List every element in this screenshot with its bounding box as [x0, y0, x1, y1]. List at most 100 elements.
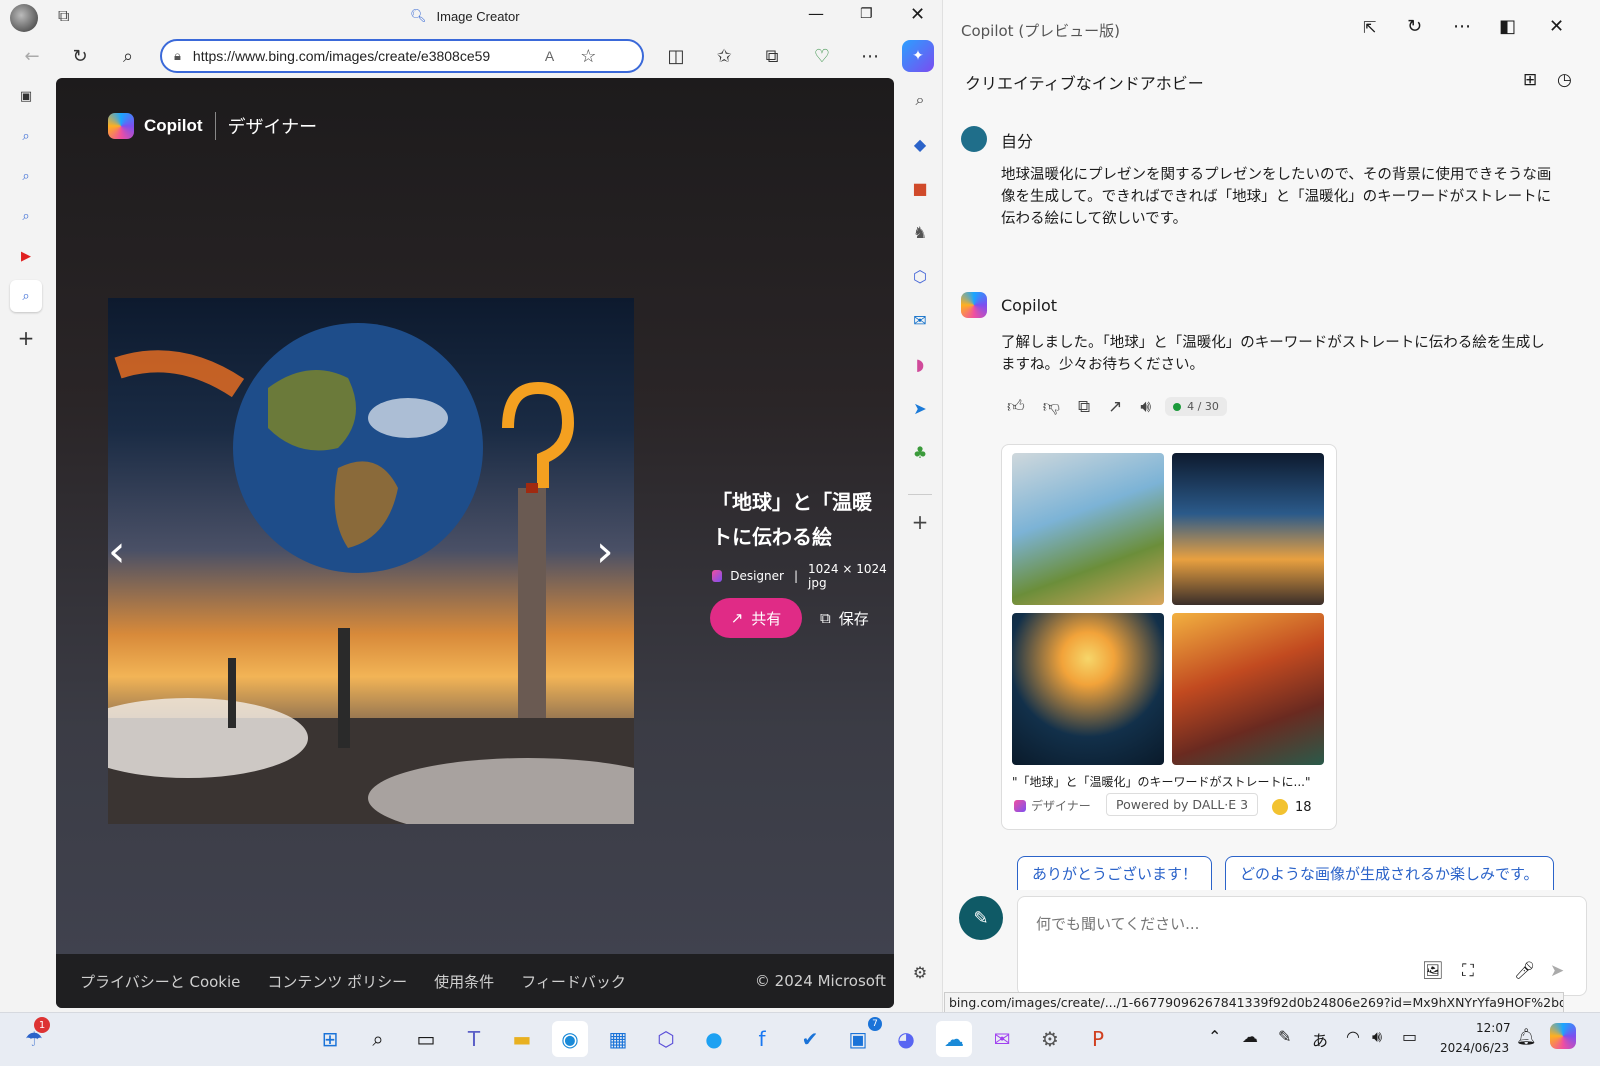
search-icon[interactable]: ⌕	[112, 40, 144, 72]
collections-icon[interactable]: ⧉	[756, 40, 788, 72]
teams-icon[interactable]: T	[456, 1021, 492, 1057]
favorites-icon[interactable]: ✩	[708, 40, 740, 72]
thumbnail-1[interactable]	[1012, 453, 1164, 605]
onedrive-tray-icon[interactable]: ☁	[1242, 1027, 1258, 1046]
microphone-icon[interactable]: 🎤︎	[1514, 961, 1536, 981]
next-image-chevron-icon[interactable]: ›	[596, 526, 614, 577]
workspaces-icon[interactable]: ⧉	[58, 6, 82, 30]
store-icon[interactable]: ▦	[600, 1021, 636, 1057]
address-bar[interactable]: 🔒︎ https://www.bing.com/images/create/e3…	[160, 39, 644, 73]
active-tab-icon[interactable]: ⌕	[10, 280, 42, 312]
new-topic-button[interactable]: ✎	[959, 896, 1003, 940]
onedrive-icon[interactable]: ☁	[936, 1021, 972, 1057]
tab-actions-icon[interactable]: ▣	[10, 80, 42, 112]
close-pane-icon[interactable]: ✕	[1549, 16, 1564, 37]
new-tab-icon[interactable]: +	[10, 322, 42, 354]
brand-name[interactable]: Copilot	[144, 116, 203, 136]
copy-icon[interactable]: ⧉	[1078, 397, 1090, 417]
open-in-new-icon[interactable]: ⇱	[1363, 18, 1376, 37]
section-name[interactable]: デザイナー	[228, 113, 318, 139]
pen-icon[interactable]: ✎	[1278, 1027, 1291, 1046]
chat-input-box[interactable]: 何でも聞いてください... 🖼︎ ⛶ 🎤︎ ➤	[1017, 896, 1587, 996]
minimize-button[interactable]: —	[808, 4, 824, 23]
tree-icon[interactable]: ♣	[904, 436, 936, 468]
discord-icon[interactable]: ◕	[888, 1021, 924, 1057]
split-screen-icon[interactable]: ◫	[660, 40, 692, 72]
copilot-logo-icon[interactable]	[108, 113, 134, 139]
edge-icon[interactable]: ◉	[552, 1021, 588, 1057]
designer-icon[interactable]: ◗	[904, 348, 936, 380]
copilot-app-icon[interactable]: ⬡	[648, 1021, 684, 1057]
taskbar-search-icon[interactable]: ⌕	[360, 1021, 396, 1057]
tab-search-1[interactable]: ⌕	[10, 120, 42, 152]
suggestion-chip-2[interactable]: どのような画像が生成されるか楽しみです。	[1225, 856, 1554, 890]
copilot-tray-icon[interactable]	[1550, 1023, 1576, 1049]
powerpoint-icon[interactable]: P	[1080, 1021, 1116, 1057]
copilot-toggle-icon[interactable]: ✦	[902, 40, 934, 72]
ime-indicator[interactable]: あ	[1312, 1027, 1328, 1051]
tools-icon[interactable]: ■	[904, 172, 936, 204]
browser-essentials-icon[interactable]: ♡	[806, 40, 838, 72]
tab-search-3[interactable]: ⌕	[10, 200, 42, 232]
close-window-button[interactable]: ✕	[910, 4, 925, 25]
plugins-icon[interactable]: ⊞	[1523, 70, 1537, 90]
profile-avatar[interactable]	[10, 4, 38, 32]
tab-title-container[interactable]: 🔍︎ Image Creator	[410, 8, 520, 24]
save-button[interactable]: ⧉ 保存	[820, 598, 869, 638]
footer-link-terms[interactable]: 使用条件	[434, 971, 494, 992]
refresh-chat-icon[interactable]: ↻	[1407, 16, 1422, 37]
sidebar-search-icon[interactable]: ⌕	[904, 84, 936, 116]
prev-image-chevron-icon[interactable]: ‹	[108, 526, 126, 577]
add-sidebar-app-icon[interactable]: +	[904, 506, 936, 538]
outlook-icon[interactable]: ✉	[904, 304, 936, 336]
messenger-icon[interactable]: ✉	[984, 1021, 1020, 1057]
refresh-button[interactable]: ↻	[64, 40, 96, 72]
facebook-icon[interactable]: f	[744, 1021, 780, 1057]
read-aloud-icon[interactable]: A	[545, 48, 554, 64]
clock-date[interactable]: 2024/06/23	[1440, 1041, 1509, 1055]
thumbnail-2[interactable]	[1172, 453, 1324, 605]
youtube-tab-icon[interactable]: ▶	[10, 240, 42, 272]
thumbnail-3[interactable]	[1012, 613, 1164, 765]
todo-icon[interactable]: ✔	[792, 1021, 828, 1057]
thumbs-up-icon[interactable]: 👍︎	[1007, 396, 1025, 417]
twitter-icon[interactable]: ●	[696, 1021, 732, 1057]
wifi-icon[interactable]: ◠	[1346, 1027, 1360, 1046]
restore-button[interactable]: ❐	[860, 6, 873, 22]
share-button[interactable]: ↗ 共有	[710, 598, 802, 638]
generated-image[interactable]	[108, 298, 634, 824]
thumbs-down-icon[interactable]: 👎︎	[1043, 396, 1060, 417]
footer-link-content-policy[interactable]: コンテンツ ポリシー	[267, 971, 407, 992]
share-response-icon[interactable]: ↗	[1108, 397, 1122, 417]
m365-icon[interactable]: ⬡	[904, 260, 936, 292]
add-image-icon[interactable]: 🖼︎	[1422, 961, 1444, 981]
notifications-icon[interactable]: 🔔︎	[1516, 1027, 1536, 1046]
games-icon[interactable]: ♞	[904, 216, 936, 248]
card-source[interactable]: デザイナー	[1014, 797, 1091, 814]
sidebar-settings-icon[interactable]: ⚙	[904, 956, 936, 988]
speaker-icon[interactable]: 🔊︎	[1140, 397, 1151, 417]
volume-icon[interactable]: 🔊︎	[1372, 1027, 1382, 1047]
image-source[interactable]: Designer	[730, 569, 784, 583]
show-hidden-icons[interactable]: ⌃	[1208, 1027, 1221, 1046]
screenshot-icon[interactable]: ⛶	[1462, 961, 1474, 981]
suggestion-chip-1[interactable]: ありがとうございます！	[1017, 856, 1213, 890]
back-button[interactable]: ←	[16, 40, 48, 72]
shopping-icon[interactable]: ◆	[904, 128, 936, 160]
settings-icon[interactable]: ⚙	[1032, 1021, 1068, 1057]
more-options-icon[interactable]: ⋯	[1453, 16, 1471, 37]
send-message-icon[interactable]: ➤	[1550, 961, 1564, 981]
history-icon[interactable]: ◷	[1557, 70, 1572, 90]
file-explorer-icon[interactable]: ▬	[504, 1021, 540, 1057]
start-icon[interactable]: ⊞	[312, 1021, 348, 1057]
footer-link-feedback[interactable]: フィードバック	[521, 971, 626, 992]
tab-search-2[interactable]: ⌕	[10, 160, 42, 192]
task-view-icon[interactable]: ▭	[408, 1021, 444, 1057]
footer-link-privacy[interactable]: プライバシーと Cookie	[80, 971, 240, 992]
favorite-star-icon[interactable]: ☆	[580, 46, 596, 67]
send-icon[interactable]: ➤	[904, 392, 936, 424]
battery-icon[interactable]: ▭	[1402, 1027, 1417, 1046]
clock-time[interactable]: 12:07	[1476, 1021, 1511, 1035]
more-menu-icon[interactable]: ⋯	[854, 40, 886, 72]
dock-pane-icon[interactable]: ◧	[1499, 16, 1516, 37]
